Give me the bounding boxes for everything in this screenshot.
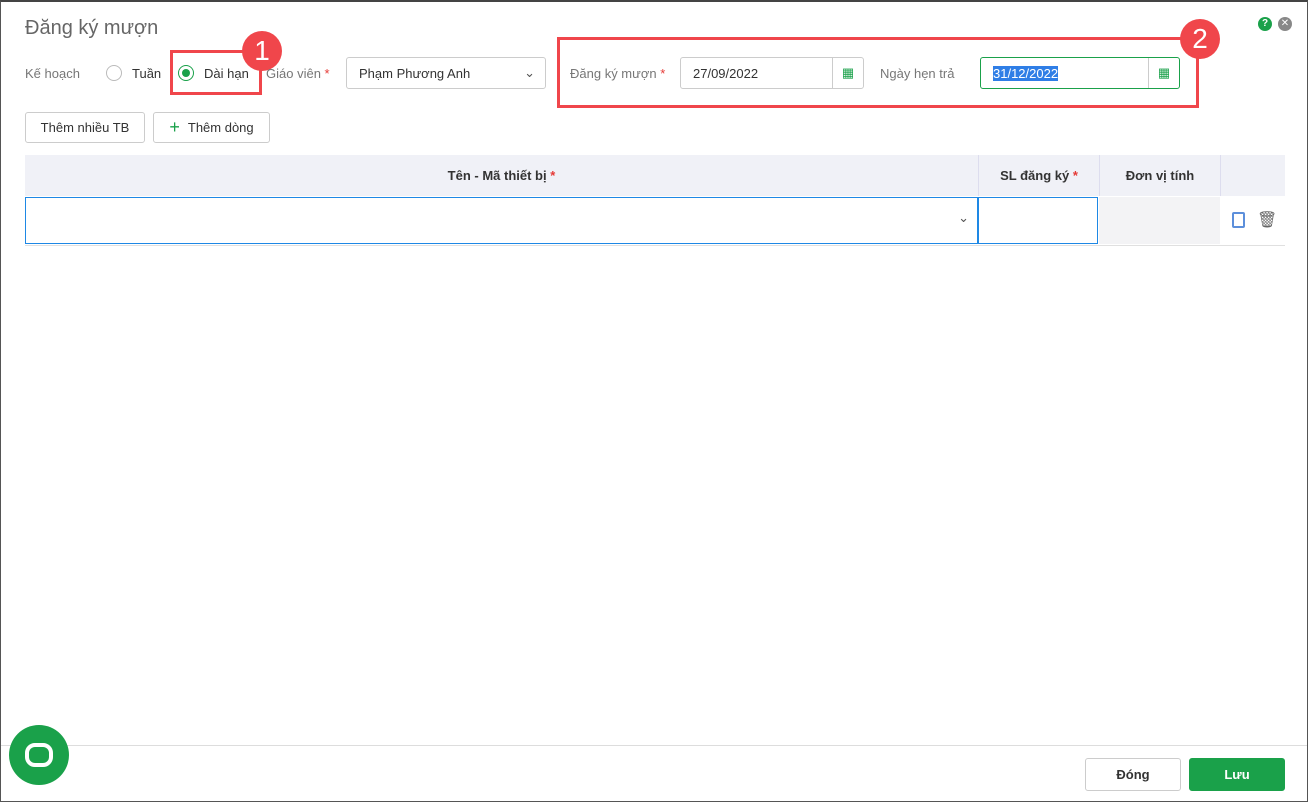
radio-tuan[interactable]: Tuần (106, 65, 166, 83)
plus-icon: + (169, 117, 180, 137)
giao-vien-value: Phạm Phương Anh (359, 65, 471, 81)
radio-tuan-label: Tuần (132, 66, 162, 81)
radio-circle[interactable] (106, 65, 122, 81)
device-select[interactable]: ⌄ (25, 197, 978, 244)
date-value: 27/09/2022 (693, 65, 759, 81)
ngay-hen-tra-date-input[interactable]: 31/12/2022 ▦ (980, 57, 1180, 89)
column-header-don-vi: Đơn vị tính (1100, 155, 1221, 196)
unit-cell (1099, 197, 1220, 244)
column-header-ten-ma: Tên - Mã thiết bị * (25, 155, 979, 196)
date-value: 31/12/2022 (993, 65, 1059, 81)
them-dong-button[interactable]: + Thêm dòng (153, 112, 270, 143)
dialog-title: Đăng ký mượn (25, 17, 159, 39)
luu-button[interactable]: Lưu (1189, 758, 1285, 791)
column-header-sl: SL đăng ký * (979, 155, 1100, 196)
chevron-down-icon: ⌄ (524, 65, 535, 80)
dang-ky-muon-label: Đăng ký mượn * (570, 66, 666, 81)
ngay-hen-tra-label: Ngày hẹn trả (880, 66, 955, 81)
annotation-badge-2: 2 (1180, 19, 1220, 59)
calendar-icon[interactable]: ▦ (832, 58, 863, 88)
annotation-badge-1: 1 (242, 31, 282, 71)
footer-divider (1, 745, 1307, 746)
calendar-icon[interactable]: ▦ (1148, 58, 1179, 88)
copy-icon[interactable] (1232, 212, 1245, 228)
giao-vien-select[interactable]: Phạm Phương Anh ⌄ (346, 57, 546, 89)
chevron-down-icon: ⌄ (958, 210, 969, 225)
giao-vien-label: Giáo viên * (266, 66, 330, 81)
chat-button[interactable] (9, 725, 69, 785)
dang-ky-muon-date-input[interactable]: 27/09/2022 ▦ (680, 57, 864, 89)
column-header-actions (1221, 155, 1285, 196)
close-icon[interactable]: ✕ (1278, 17, 1292, 31)
them-nhieu-tb-button[interactable]: Thêm nhiều TB (25, 112, 145, 143)
quantity-input[interactable] (978, 197, 1098, 244)
them-dong-label: Thêm dòng (187, 120, 254, 135)
trash-icon[interactable]: 🗑 (1257, 210, 1277, 230)
row-divider (25, 245, 1285, 246)
chat-icon (25, 743, 53, 767)
dong-button[interactable]: Đóng (1085, 758, 1181, 791)
ke-hoach-label: Kế hoạch (25, 66, 80, 81)
help-icon[interactable]: ? (1258, 17, 1272, 31)
